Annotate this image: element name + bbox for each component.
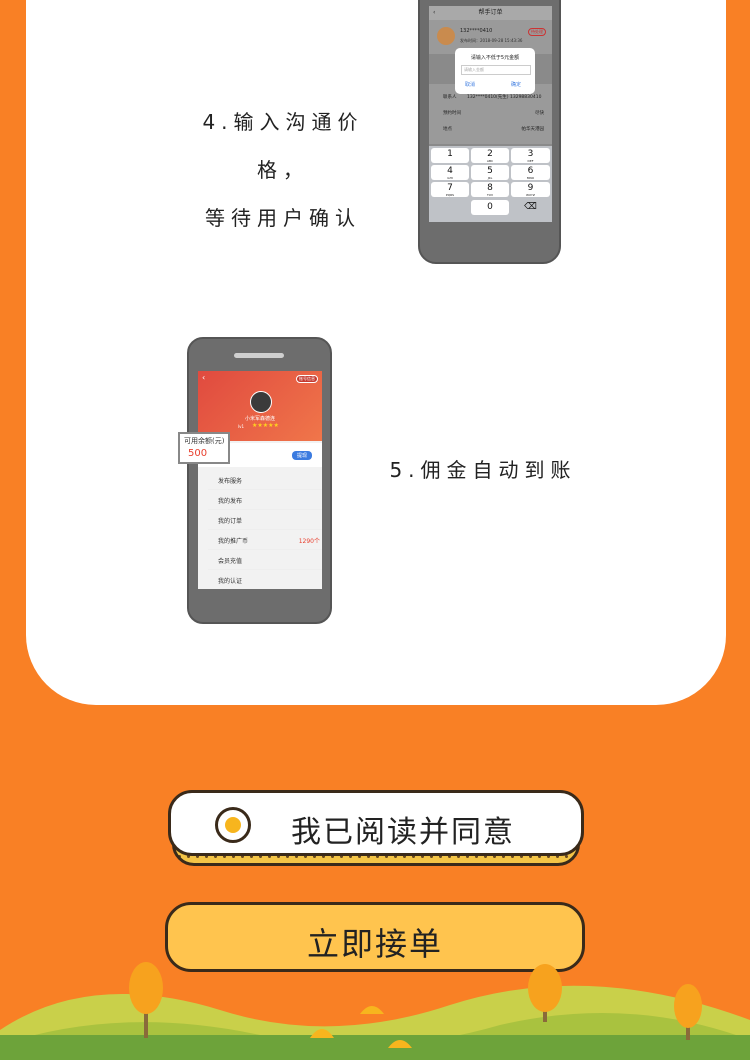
key-0[interactable]: 0 (471, 200, 509, 215)
rating-stars: ★★★★★ (252, 422, 279, 429)
agree-button-face[interactable]: 我已阅读并同意 (168, 790, 584, 856)
user-level: lv1 (238, 424, 245, 429)
step4-header-title: 帮手订单 (478, 9, 503, 16)
profile-banner: ‹ 账号信息 小米军森德连 lv1 ★★★★★ (198, 371, 322, 441)
menu-item-my-posts[interactable]: 我的发布› (208, 491, 322, 510)
step4-line2: 等待用户确认 (205, 206, 361, 230)
publish-time: 发布时间：2018-09-28 15:43:36 (460, 38, 523, 43)
key-5[interactable]: 5 JKL (471, 165, 509, 180)
step4-phone: ‹ 帮手订单 132****0410 发布时间：2018-09-28 15:43… (418, 0, 561, 264)
detail-place: 地点 (443, 127, 452, 132)
detail-time: 预约时间 (443, 111, 461, 116)
step4-caption: 4.输入沟通价格， 等待用户确认 (178, 98, 388, 242)
menu-item-verification[interactable]: 我的认证› (208, 571, 322, 589)
key-7[interactable]: 7 PQRS (431, 182, 469, 197)
detail-contact: 联系人 (443, 95, 457, 100)
dialog-cancel-button[interactable]: 取消 (465, 81, 475, 88)
menu-item-promo-coins[interactable]: 我的推广币1290个› (208, 531, 322, 550)
back-arrow-icon[interactable]: ‹ (433, 6, 435, 20)
agree-checkbox-button[interactable]: 我已阅读并同意 (168, 790, 584, 870)
step4-header: ‹ 帮手订单 (429, 6, 552, 20)
agree-radio[interactable] (215, 807, 251, 843)
dialog-amount-input[interactable]: 请输入金额 (461, 65, 531, 75)
status-badge: 待处理 (528, 28, 546, 36)
avatar (437, 27, 455, 45)
balance-label: 可用余额(元) (184, 437, 225, 445)
balance-value: 500 (188, 448, 208, 459)
step4-phone-screen: ‹ 帮手订单 132****0410 发布时间：2018-09-28 15:43… (429, 6, 552, 222)
user-phone: 132****0410 (460, 28, 493, 34)
step4-line1: 4.输入沟通价格， (202, 110, 364, 182)
backspace-icon[interactable]: ⌫ (511, 200, 550, 215)
dialog-title: 请输入不低于5元金额 (470, 55, 520, 61)
detail-contact-value: 132****0410(先生) 13298830410 (467, 95, 542, 100)
menu-item-my-orders[interactable]: 我的订单› (208, 511, 322, 530)
detail-place-value: 帕华天港园 (521, 127, 545, 132)
radio-dot-icon (225, 817, 241, 833)
key-3[interactable]: 3 DEF (511, 148, 550, 163)
hills-scenery (0, 962, 750, 1060)
menu-item-publish-service[interactable]: 发布服务› (208, 471, 322, 490)
step5-phone-screen: ‹ 账号信息 小米军森德连 lv1 ★★★★★ 提现 发布服务› 我的发布› 我… (198, 371, 322, 589)
dialog-ok-button[interactable]: 确定 (511, 81, 521, 88)
key-4[interactable]: 4 GHI (431, 165, 469, 180)
user-name: 小米军森德连 (244, 416, 275, 422)
agree-label: 我已阅读并同意 (291, 815, 515, 850)
back-arrow-icon[interactable]: ‹ (202, 373, 205, 382)
key-6[interactable]: 6 MNO (511, 165, 550, 180)
key-9[interactable]: 9 WXYZ (511, 182, 550, 197)
detail-time-value: 尽快 (535, 111, 544, 116)
price-dialog: 请输入不低于5元金额 请输入金额 取消 确定 (455, 48, 535, 94)
step5-caption: 5.佣金自动到账 (389, 458, 577, 482)
key-1[interactable]: 1 (431, 148, 469, 163)
withdraw-button[interactable]: 提现 (291, 451, 312, 460)
numeric-keyboard: 1 2 ABC 3 DEF 4 GHI 5 JKL 6 MNO 7 PQRS 8 TUV 9W… (429, 146, 552, 222)
account-badge[interactable]: 账号信息 (296, 375, 318, 383)
key-8[interactable]: 8 TUV (471, 182, 509, 197)
balance-callout: 可用余额(元) 500 (178, 432, 230, 464)
key-2[interactable]: 2 ABC (471, 148, 509, 163)
avatar (250, 391, 272, 413)
step5-phone: ‹ 账号信息 小米军森德连 lv1 ★★★★★ 提现 发布服务› 我的发布› 我… (187, 337, 332, 624)
menu-item-membership[interactable]: 会员充值› (208, 551, 322, 570)
phone-speaker (234, 353, 284, 358)
